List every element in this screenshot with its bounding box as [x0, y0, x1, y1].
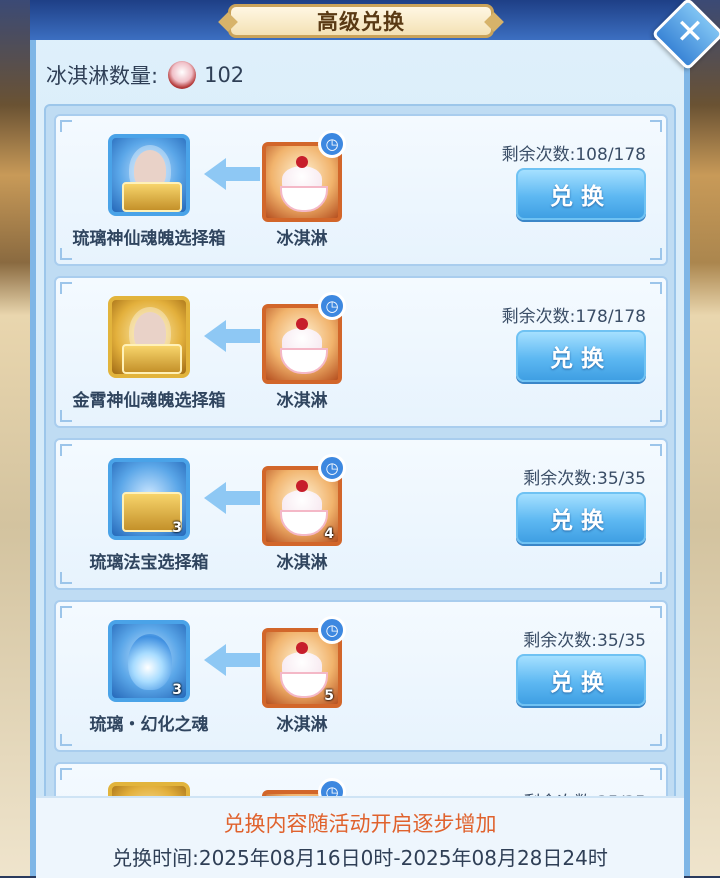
exchange-list[interactable]: ◷ 琉璃神仙魂魄选择箱 冰淇淋 剩余次数:108/178 兑换 ◷ 金霄神仙魂魄…: [44, 104, 676, 876]
card-corner: [650, 120, 662, 132]
currency-row: 冰淇淋数量: 102: [46, 58, 244, 92]
blue-flame-soul-icon[interactable]: 3: [108, 620, 190, 702]
footer: 兑换内容随活动开启逐步增加 兑换时间:2025年08月16日0时-2025年08…: [36, 796, 684, 878]
card-corner: [650, 248, 662, 260]
card-corner: [60, 768, 72, 780]
close-icon[interactable]: ✕: [668, 10, 712, 54]
clock-icon: ◷: [318, 616, 346, 644]
exchange-button[interactable]: 兑换: [516, 330, 646, 382]
gold-soul-select-box-icon[interactable]: [108, 296, 190, 378]
treasure-chest-icon[interactable]: 3: [108, 458, 190, 540]
card-corner: [60, 606, 72, 618]
exchange-button[interactable]: 兑换: [516, 492, 646, 544]
card-corner: [650, 572, 662, 584]
cup: [280, 510, 328, 536]
currency-label: 冰淇淋数量:: [46, 64, 159, 88]
card-corner: [650, 734, 662, 746]
cherry: [296, 156, 308, 168]
reward-name: 琉璃・幻化之魂: [89, 715, 209, 735]
card-corner: [60, 572, 72, 584]
card-corner: [60, 734, 72, 746]
soul-select-box-icon[interactable]: [108, 134, 190, 216]
reward-qty: 3: [172, 520, 182, 536]
exchange-item: 3 5 ◷ 琉璃・幻化之魂 冰淇淋 剩余次数:35/35 兑换: [54, 600, 668, 752]
reward-name: 琉璃神仙魂魄选择箱: [72, 229, 226, 249]
exchange-time: 兑换时间:2025年08月16日0时-2025年08月28日24时: [112, 846, 608, 870]
card-corner: [650, 410, 662, 422]
card-corner: [650, 606, 662, 618]
exchange-item: 3 4 ◷ 琉璃法宝选择箱 冰淇淋 剩余次数:35/35 兑换: [54, 438, 668, 590]
cost-qty: 5: [324, 688, 334, 704]
remaining-count: 剩余次数:35/35: [523, 469, 646, 489]
cost-name: 冰淇淋: [276, 553, 328, 573]
remaining-count: 剩余次数:178/178: [501, 307, 646, 327]
cherry: [296, 318, 308, 330]
card-corner: [650, 282, 662, 294]
cup: [280, 348, 328, 374]
clock-icon: ◷: [318, 454, 346, 482]
reward-name: 琉璃法宝选择箱: [89, 553, 209, 573]
currency-value: 102: [204, 63, 245, 87]
card-corner: [60, 444, 72, 456]
arrow-left-icon: [202, 478, 262, 518]
clock-icon: ◷: [318, 292, 346, 320]
cost-name: 冰淇淋: [276, 391, 328, 411]
exchange-button[interactable]: 兑换: [516, 654, 646, 706]
flame: [128, 634, 172, 690]
arrow-left-icon: [202, 640, 262, 680]
chest-base: [122, 182, 182, 212]
cherry: [296, 642, 308, 654]
cup: [280, 186, 328, 212]
card-corner: [60, 282, 72, 294]
cost-name: 冰淇淋: [276, 229, 328, 249]
arrow-left-icon: [202, 154, 262, 194]
exchange-item: ◷ 金霄神仙魂魄选择箱 冰淇淋 剩余次数:178/178 兑换: [54, 276, 668, 428]
cherry: [296, 480, 308, 492]
clock-icon: ◷: [318, 130, 346, 158]
dialog-title: 高级兑换: [317, 10, 405, 34]
card-corner: [60, 120, 72, 132]
title-plate: 高级兑换: [228, 4, 494, 38]
card-corner: [60, 410, 72, 422]
cup: [280, 672, 328, 698]
card-corner: [60, 248, 72, 260]
footer-note: 兑换内容随活动开启逐步增加: [223, 812, 497, 836]
cost-qty: 4: [324, 526, 334, 542]
cost-name: 冰淇淋: [276, 715, 328, 735]
exchange-button[interactable]: 兑换: [516, 168, 646, 220]
exchange-item: ◷ 琉璃神仙魂魄选择箱 冰淇淋 剩余次数:108/178 兑换: [54, 114, 668, 266]
arrow-left-icon: [202, 316, 262, 356]
remaining-count: 剩余次数:108/178: [501, 145, 646, 165]
reward-name: 金霄神仙魂魄选择箱: [72, 391, 226, 411]
chest-base: [122, 344, 182, 374]
card-corner: [650, 444, 662, 456]
ice-cream-icon: [168, 61, 197, 89]
remaining-count: 剩余次数:35/35: [523, 631, 646, 651]
card-corner: [650, 768, 662, 780]
reward-qty: 3: [172, 682, 182, 698]
